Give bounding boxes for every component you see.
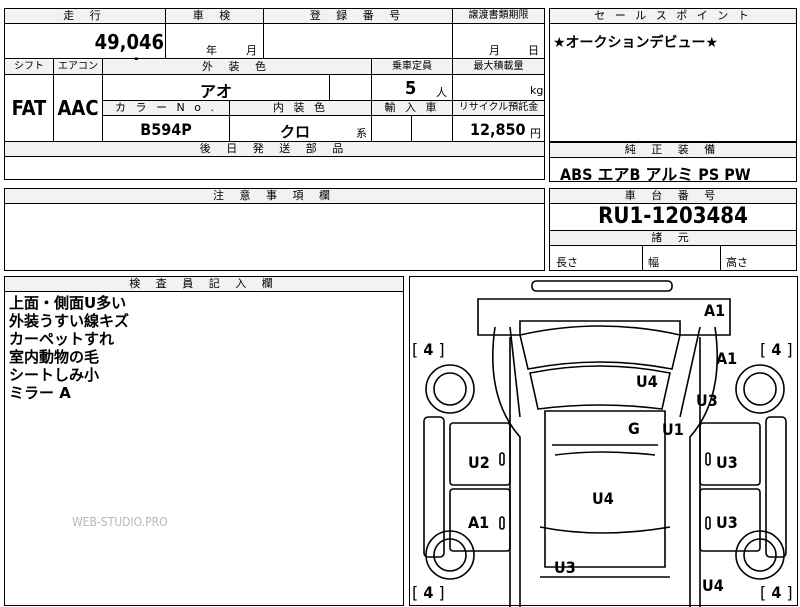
chassis-number-header: 車 台 番 号 [550,189,796,203]
load-unit: kg [530,84,544,97]
inspection-header: 車 検 [166,9,263,23]
car-outline [423,280,787,607]
damage-front-door-left: U2 [468,453,490,472]
damage-front-fender-right: U3 [696,391,718,410]
height-label: 高さ [726,256,748,269]
mileage-header: 走 行 [5,9,165,23]
recycle-deposit-unit: 円 [530,127,541,140]
chassis-number-value: RU1-1203484 [598,204,748,229]
interior-color-value: クロ [280,123,311,141]
damage-rear-door-right: U3 [716,513,738,532]
transfer-deadline-header: 譲渡書類期限 [453,9,544,23]
exterior-color-header: 外 装 色 [103,60,371,74]
damage-glass: G [628,419,640,438]
inspector-line: カーペットすれ [9,330,115,348]
width-label: 幅 [648,256,659,269]
tire-rear-right: [ 4 ] [760,583,793,602]
shift-header: シフト [5,60,53,74]
later-parts-header: 後 日 発 送 部 品 [5,142,544,156]
exterior-color-value: アオ [200,82,233,101]
equipment-value: ABS エアB アルミ PS PW [560,165,751,184]
inspector-line: 外装うすい線キズ [9,312,130,330]
watermark: WEB-STUDIO.PRO [72,515,168,529]
interior-color-suffix: 系 [356,127,367,140]
recycle-deposit-value: 12,850 [470,120,526,139]
car-diagram: [ 4 ] [ 4 ] [ 4 ] [ 4 ] A1 A1 U4 U3 G U1… [409,276,798,607]
tire-rear-left: [ 4 ] [412,583,445,602]
tire-front-left: [ 4 ] [412,340,445,359]
inspection-month-unit: 月 [246,44,257,57]
notes-header: 注 意 事 項 欄 [5,189,544,203]
damage-front-bumper: A1 [704,301,726,320]
transfer-day-unit: 日 [528,44,539,57]
shift-value: FAT [11,96,47,120]
inspector-line: ミラー A [9,384,71,402]
inspector-line: シートしみ小 [9,366,100,384]
damage-hood-right: A1 [716,349,738,368]
recycle-deposit-header: リサイクル預託金 [453,101,544,115]
capacity-unit: 人 [436,86,447,99]
inspection-year-unit: 年 [206,44,217,57]
max-load-header: 最大積載量 [453,60,544,74]
sales-point-header: セ ー ル ス ポ イ ン ト [550,9,796,23]
damage-trunk: U3 [554,558,576,577]
inspector-line: 室内動物の毛 [9,348,100,366]
capacity-header: 乗車定員 [372,60,452,74]
sales-point-text: ★オークションデビュー★ [553,35,719,51]
interior-color-header: 内 装 色 [230,101,371,115]
damage-windshield: U4 [636,372,658,391]
specs-header: 諸 元 [550,231,796,245]
length-label: 長さ [556,256,578,269]
ac-value: AAC [57,96,99,120]
import-header: 輸 入 車 [372,101,452,115]
damage-roof: U4 [592,489,614,508]
equipment-header: 純 正 装 備 [550,143,796,157]
color-no-value: B594P [140,120,192,139]
ac-header: エアコン [54,60,102,74]
damage-rear-door-left: A1 [468,513,490,532]
tire-front-right: [ 4 ] [760,340,793,359]
damage-front-door-right: U3 [716,453,738,472]
damage-roof-front: U1 [662,420,684,439]
sales-point-box [549,8,797,142]
capacity-value: 5 [405,78,417,99]
inspector-header: 検 査 員 記 入 欄 [5,277,403,291]
inspector-notes: 上面・側面U多い 外装うすい線キズ カーペットすれ 室内動物の毛 シートしみ小 … [9,294,129,402]
transfer-month-unit: 月 [489,44,500,57]
registration-header: 登 録 番 号 [264,9,452,23]
damage-rear-right: U4 [702,576,724,595]
inspector-line: 上面・側面U多い [9,294,127,312]
color-no-header: カ ラ ー N o . [103,101,229,115]
